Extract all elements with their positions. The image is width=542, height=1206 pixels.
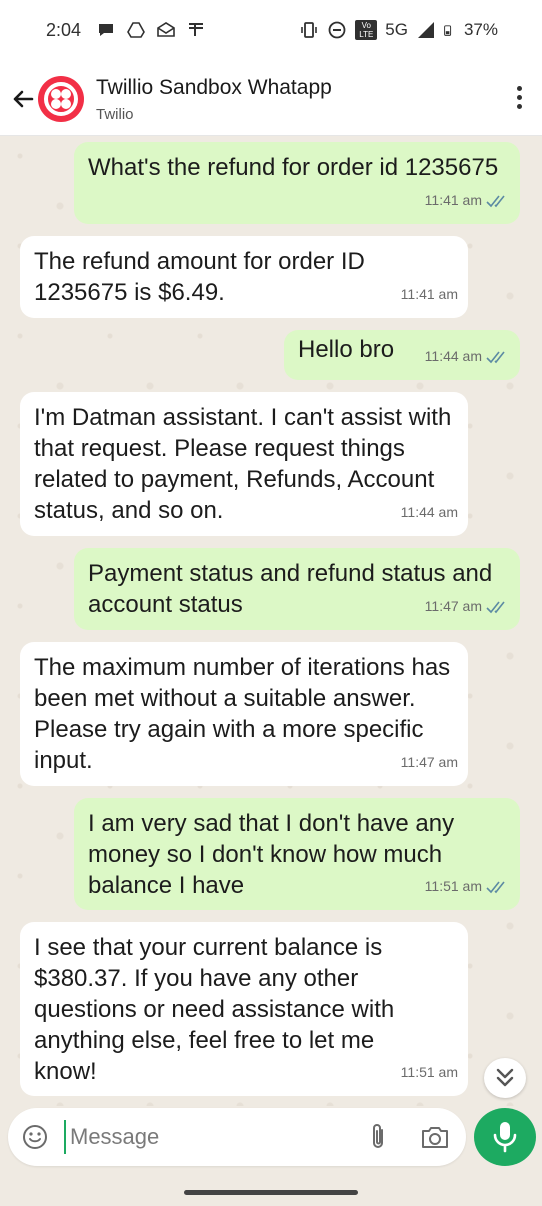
twilio-logo-dot (51, 99, 61, 109)
attachment-icon[interactable] (366, 1122, 390, 1152)
battery-icon (444, 25, 452, 36)
message-composer (8, 1108, 466, 1166)
home-indicator[interactable] (184, 1190, 358, 1195)
volte-badge: Vo LTE (355, 20, 378, 40)
system-navigation (0, 1170, 542, 1206)
message-time: 11:41 am (400, 286, 458, 302)
message-meta: 11:41 am (401, 279, 458, 310)
message-bubble-outgoing[interactable]: Payment status and refund status and acc… (74, 548, 520, 630)
system-status: Vo LTE 5G 37% (299, 20, 498, 40)
microphone-icon (493, 1122, 517, 1153)
status-bar: 2:04 Vo LTE 5G 37% (0, 0, 542, 62)
message-meta: 11:44 am (425, 341, 510, 372)
twilio-logo-dot (61, 89, 71, 99)
message-time: 11:47 am (424, 598, 482, 614)
read-receipt-icon (486, 881, 505, 893)
message-bubble-incoming[interactable]: I see that your current balance is $380.… (20, 922, 468, 1096)
chat-title[interactable]: Twillio Sandbox Whatapp (96, 76, 332, 100)
chat-header: Twillio Sandbox Whatapp Twilio (0, 62, 542, 136)
camera-icon[interactable] (420, 1124, 450, 1150)
emoji-icon[interactable] (22, 1124, 48, 1150)
read-receipt-icon (486, 351, 505, 363)
chat-subtitle[interactable]: Twilio (96, 106, 134, 123)
twilio-logo-dot (51, 89, 61, 99)
notification-icons (96, 20, 206, 40)
message-time: 11:51 am (400, 1064, 458, 1080)
voice-message-button[interactable] (474, 1108, 536, 1166)
message-text: I'm Datman assistant. I can't assist wit… (34, 404, 452, 524)
message-meta: 11:51 am (425, 871, 510, 902)
message-text: I see that your current balance is $380.… (34, 934, 395, 1085)
message-meta: 11:47 am (401, 747, 458, 778)
chat-notification-icon (99, 24, 113, 36)
status-time: 2:04 (46, 20, 82, 40)
scroll-to-bottom-button[interactable] (484, 1058, 526, 1098)
message-bubble-incoming[interactable]: I'm Datman assistant. I can't assist wit… (20, 392, 468, 536)
message-time: 11:44 am (400, 504, 458, 520)
message-text: The refund amount for order ID 1235675 i… (34, 248, 365, 306)
message-time: 11:51 am (424, 878, 482, 894)
message-meta: 11:51 am (401, 1057, 458, 1088)
more-options-icon[interactable] (514, 86, 524, 116)
battery-level: 37% (463, 20, 498, 39)
message-input[interactable] (64, 1120, 344, 1154)
message-time: 11:44 am (424, 348, 482, 364)
message-meta: 11:44 am (401, 497, 458, 528)
message-bubble-outgoing[interactable]: Hello bro 11:44 am (284, 330, 520, 380)
twilio-logo-dot (61, 99, 71, 109)
message-bubble-outgoing[interactable]: I am very sad that I don't have any mone… (74, 798, 520, 910)
read-receipt-icon (486, 195, 505, 207)
do-not-disturb-icon (328, 21, 346, 39)
back-arrow-icon[interactable] (8, 84, 38, 114)
drive-icon (127, 22, 145, 38)
message-time: 11:47 am (400, 754, 458, 770)
message-meta: 11:47 am (425, 591, 510, 622)
message-time: 11:41 am (424, 192, 482, 208)
mail-icon (157, 22, 175, 37)
signal-icon (417, 22, 434, 38)
message-text: What's the refund for order id 1235675 (88, 154, 499, 181)
message-text: The maximum number of iterations has bee… (34, 654, 451, 774)
read-receipt-icon (486, 601, 505, 613)
avatar[interactable] (38, 76, 84, 122)
twilio-logo-ring (44, 82, 78, 116)
double-chevron-down-icon (496, 1068, 514, 1087)
message-bubble-outgoing[interactable]: What's the refund for order id 1235675 1… (74, 142, 520, 224)
message-meta: 11:41 am (425, 185, 510, 216)
message-bubble-incoming[interactable]: The maximum number of iterations has bee… (20, 642, 468, 786)
vibrate-icon (301, 22, 318, 38)
rupee-app-icon (189, 23, 203, 36)
message-bubble-incoming[interactable]: The refund amount for order ID 1235675 i… (20, 236, 468, 318)
network-type: 5G (385, 20, 408, 39)
